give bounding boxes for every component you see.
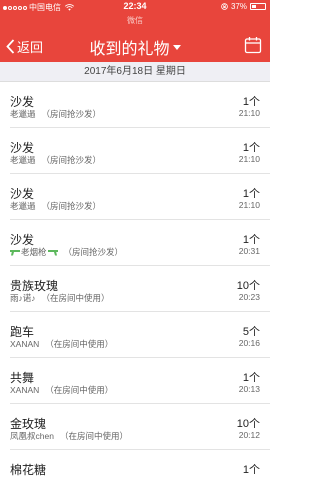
battery-percent: 37% (230, 2, 247, 11)
gift-method: （房间抢沙发） (41, 109, 102, 119)
gift-quantity: 1个 (242, 234, 260, 246)
sender-name: 老烟枪 (21, 247, 47, 257)
gift-time: 20:13 (238, 384, 260, 394)
status-bar: 中国电信 22:34 37% (0, 0, 270, 14)
sender-name: 老邋遢 (10, 109, 36, 119)
calendar-icon[interactable] (244, 36, 262, 54)
gift-sender-line: XANAN （在房间中使用） (10, 338, 113, 350)
rotation-lock-icon (221, 3, 228, 10)
gift-method: （房间抢沙发） (41, 155, 102, 165)
gift-row[interactable]: 沙发 老邋遢 （房间抢沙发） 1个 21:10 (10, 174, 270, 220)
gun-emoji-icon (10, 249, 20, 255)
caret-down-icon (172, 44, 181, 50)
gift-row[interactable]: 跑车 XANAN （在房间中使用） 5个 20:16 (10, 312, 270, 358)
gift-time: 20:31 (238, 246, 260, 256)
gift-name: 棉花糖 (10, 463, 47, 477)
page-title: 收到的礼物 (89, 41, 170, 58)
gift-time: 21:10 (238, 200, 260, 210)
gift-row[interactable]: 沙发 老邋遢 （房间抢沙发） 1个 21:10 (10, 128, 270, 174)
gift-row[interactable]: 金玫瑰 凤凰叔chen （在房间中使用） 10个 20:12 (10, 404, 270, 450)
gift-row[interactable]: 沙发 老烟枪 （房间抢沙发） 1个 20:31 (10, 220, 270, 266)
gift-time: 20:23 (238, 292, 260, 302)
gift-time: 20:16 (238, 338, 260, 348)
gift-quantity: 5个 (242, 326, 260, 338)
gift-sender-line: 老烟枪 （房间抢沙发） (10, 246, 123, 258)
gift-filter-dropdown[interactable]: 收到的礼物 (0, 35, 270, 59)
date-header: 2017年6月18日 星期日 (0, 62, 270, 82)
sender-name: XANAN (10, 385, 40, 395)
gift-row[interactable]: 沙发 老邋遢 （房间抢沙发） 1个 21:10 (10, 82, 270, 128)
gift-sender-line: 雨♪诺♪ （在房间中使用） (10, 292, 110, 304)
gift-time: 20:12 (238, 430, 260, 440)
gift-quantity: 10个 (236, 280, 260, 292)
gift-method: （在房间中使用） (41, 293, 110, 303)
gift-sender-line: 老邋遢 （房间抢沙发） (10, 154, 101, 166)
gift-quantity: 1个 (242, 188, 260, 200)
battery-icon (250, 3, 266, 10)
status-right: 37% (221, 2, 266, 11)
sender-name: 雨♪诺♪ (10, 293, 36, 303)
gift-list: 沙发 老邋遢 （房间抢沙发） 1个 21:10 沙发 老邋遢 （房间抢沙发） 1个 21:10 沙发… (0, 82, 270, 481)
gift-method: （房间抢沙发） (63, 247, 124, 257)
sender-name: 凤凰叔chen (10, 431, 54, 441)
sender-name: 老邋遢 (10, 201, 36, 211)
gift-sender-line: 凤凰叔chen （在房间中使用） (10, 430, 128, 442)
gift-sender-line: 老邋遢 （房间抢沙发） (10, 200, 101, 212)
gift-time: 21:10 (238, 108, 260, 118)
gift-sender-line: 老邋遢 （房间抢沙发） (10, 108, 101, 120)
app-subtitle: 微信 (0, 14, 270, 28)
gift-method: （在房间中使用） (59, 431, 128, 441)
gift-method: （在房间中使用） (45, 339, 114, 349)
gift-row[interactable]: 贵族玫瑰 雨♪诺♪ （在房间中使用） 10个 20:23 (10, 266, 270, 312)
gift-row[interactable]: 共舞 XANAN （在房间中使用） 1个 20:13 (10, 358, 270, 404)
gift-quantity: 1个 (242, 372, 260, 384)
gift-quantity: 1个 (242, 464, 260, 476)
gift-sender-line: XANAN （在房间中使用） (10, 384, 113, 396)
gift-quantity: 1个 (242, 96, 260, 108)
sender-name: 老邋遢 (10, 155, 36, 165)
sender-name: XANAN (10, 339, 40, 349)
gift-method: （在房间中使用） (45, 385, 114, 395)
gift-quantity: 1个 (242, 142, 260, 154)
gift-time: 21:10 (238, 154, 260, 164)
gift-method: （房间抢沙发） (41, 201, 102, 211)
gift-quantity: 10个 (236, 418, 260, 430)
gun-emoji-icon (47, 249, 58, 255)
gift-row[interactable]: 棉花糖 1个 (10, 450, 270, 481)
nav-bar: 返回 收到的礼物 (0, 28, 270, 62)
